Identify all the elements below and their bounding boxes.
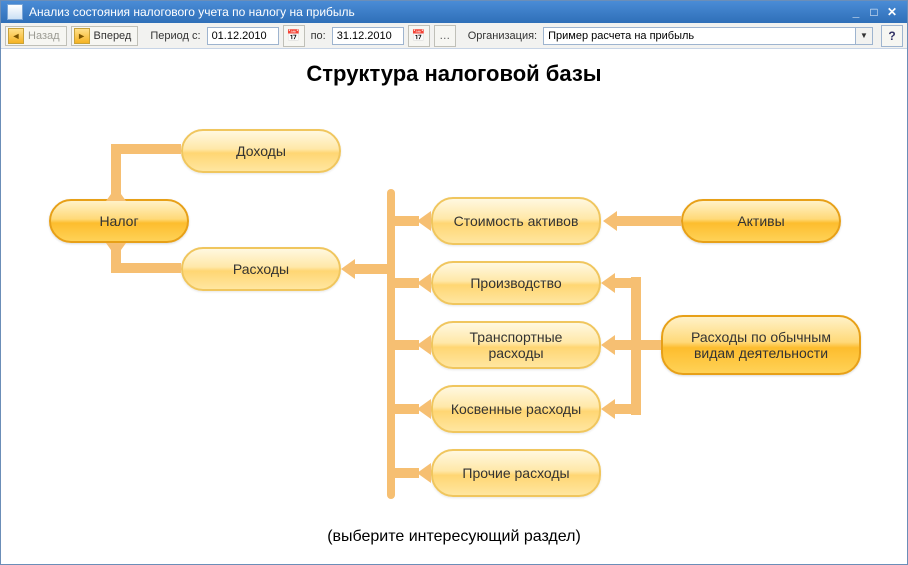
arrowhead-left-icon <box>601 335 615 355</box>
arrow-segment <box>353 264 387 274</box>
arrow-segment <box>111 144 181 154</box>
node-transport[interactable]: Транспортные расходы <box>431 321 601 369</box>
arrowhead-left-icon <box>417 463 431 483</box>
window-title: Анализ состояния налогового учета по нал… <box>29 5 847 19</box>
diagram-canvas: Структура налоговой базы Налог Доходы Ра… <box>1 49 907 564</box>
arrow-segment <box>613 404 635 414</box>
arrow-segment <box>615 216 681 226</box>
arrowhead-up-icon <box>106 187 126 201</box>
close-button[interactable]: ✕ <box>883 5 901 19</box>
arrowhead-down-icon <box>106 243 126 257</box>
toolbar: ◄ Назад ► Вперед Период с: 📅 по: 📅 … Орг… <box>1 23 907 49</box>
calendar-from-icon[interactable]: 📅 <box>283 25 305 47</box>
diagram-title: Структура налоговой базы <box>1 61 907 87</box>
app-window: Анализ состояния налогового учета по нал… <box>0 0 908 565</box>
arrow-segment <box>395 340 419 350</box>
node-production[interactable]: Производство <box>431 261 601 305</box>
node-income[interactable]: Доходы <box>181 129 341 173</box>
node-indirect[interactable]: Косвенные расходы <box>431 385 601 433</box>
app-icon <box>7 4 23 20</box>
maximize-button[interactable]: □ <box>865 5 883 19</box>
period-to-input[interactable] <box>332 27 404 45</box>
period-from-label: Период с: <box>148 30 202 42</box>
titlebar: Анализ состояния налогового учета по нал… <box>1 1 907 23</box>
calendar-to-icon[interactable]: 📅 <box>408 25 430 47</box>
arrow-segment <box>395 468 419 478</box>
arrow-segment <box>395 404 419 414</box>
forward-arrow-icon: ► <box>74 28 90 44</box>
arrowhead-left-icon <box>603 211 617 231</box>
arrow-segment <box>613 278 635 288</box>
back-arrow-icon: ◄ <box>8 28 24 44</box>
arrow-segment <box>111 263 181 273</box>
node-tax[interactable]: Налог <box>49 199 189 243</box>
arrowhead-left-icon <box>601 399 615 419</box>
help-button[interactable]: ? <box>881 25 903 47</box>
org-label: Организация: <box>466 30 539 42</box>
period-select-button[interactable]: … <box>434 25 456 47</box>
period-to-label: по: <box>309 30 328 42</box>
collector-bar <box>387 189 395 499</box>
arrow-segment <box>395 216 419 226</box>
minimize-button[interactable]: _ <box>847 5 865 19</box>
back-button[interactable]: ◄ Назад <box>5 26 67 46</box>
period-from-input[interactable] <box>207 27 279 45</box>
forward-label: Вперед <box>94 30 132 42</box>
arrowhead-left-icon <box>417 335 431 355</box>
diagram-footer: (выберите интересующий раздел) <box>1 528 907 546</box>
node-expenses[interactable]: Расходы <box>181 247 341 291</box>
node-other[interactable]: Прочие расходы <box>431 449 601 497</box>
forward-button[interactable]: ► Вперед <box>71 26 139 46</box>
node-asset-cost[interactable]: Стоимость активов <box>431 197 601 245</box>
arrowhead-left-icon <box>341 259 355 279</box>
org-input[interactable] <box>543 27 856 45</box>
arrow-segment <box>613 340 661 350</box>
org-dropdown-icon[interactable]: ▼ <box>856 27 873 45</box>
back-label: Назад <box>28 30 60 42</box>
arrowhead-left-icon <box>417 211 431 231</box>
arrowhead-left-icon <box>417 399 431 419</box>
org-field-wrap: ▼ <box>543 27 873 45</box>
node-assets[interactable]: Активы <box>681 199 841 243</box>
arrowhead-left-icon <box>417 273 431 293</box>
arrow-segment <box>395 278 419 288</box>
arrowhead-left-icon <box>601 273 615 293</box>
node-ordinary-expenses[interactable]: Расходы по обычным видам деятельности <box>661 315 861 375</box>
